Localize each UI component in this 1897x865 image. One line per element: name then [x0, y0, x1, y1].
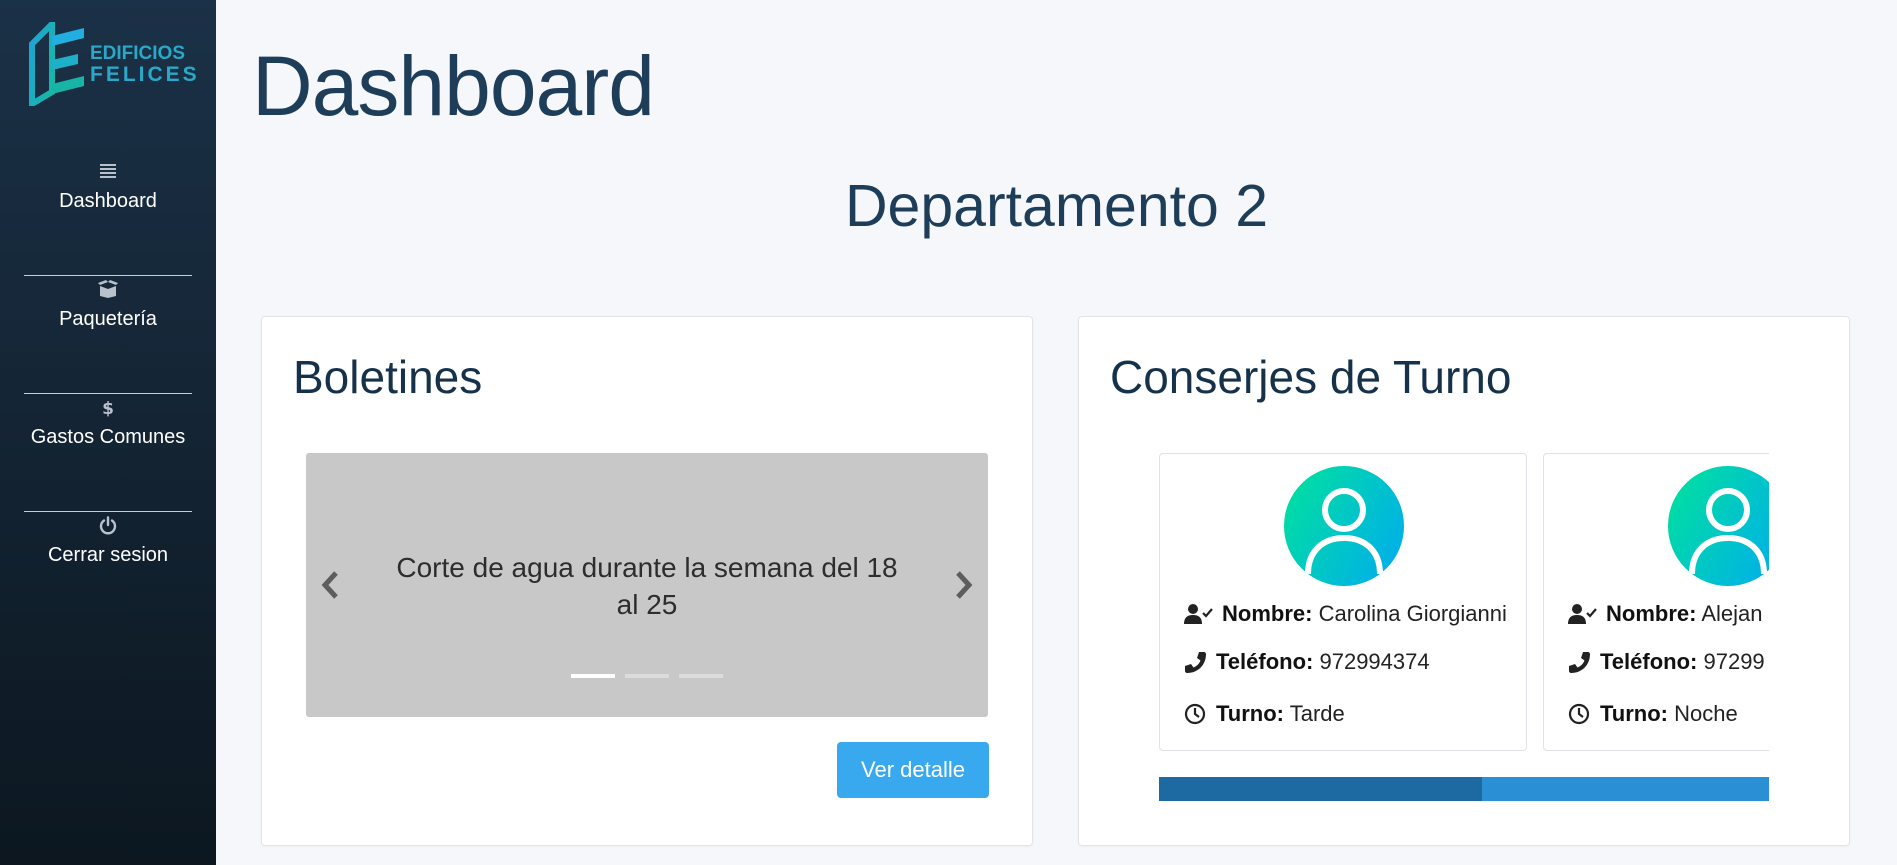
sidebar-item-paqueteria[interactable]: Paquetería	[24, 280, 192, 393]
conserje-card: Nombre: Alejan Teléfono: 97299 Turno: No…	[1543, 453, 1769, 751]
list-icon	[24, 162, 192, 184]
conserje-name: Alejan	[1701, 601, 1763, 626]
shift-label: Turno:	[1600, 701, 1669, 726]
carousel-slide-text: Corte de agua durante la semana del 18 a…	[396, 552, 898, 620]
conserjes-card: Conserjes de Turno Nombre: Carolina Gior…	[1078, 316, 1850, 846]
box-icon	[24, 280, 192, 302]
sidebar-item-cerrar-sesion[interactable]: Cerrar sesion	[24, 516, 192, 629]
ver-detalle-button[interactable]: Ver detalle	[837, 742, 989, 798]
logo-line-1: EDIFICIOS	[90, 43, 186, 64]
shift-label: Turno:	[1216, 701, 1285, 726]
conserje-name-row: Nombre: Carolina Giorgianni	[1184, 600, 1507, 628]
user-check-icon	[1568, 604, 1597, 624]
chevron-right-icon	[956, 571, 973, 599]
conserje-shift-row: Turno: Noche	[1568, 700, 1738, 728]
clock-icon	[1184, 703, 1206, 725]
page-title: Dashboard	[252, 39, 655, 133]
sidebar-item-label: Cerrar sesion	[47, 544, 169, 566]
sidebar-item-gastos-comunes[interactable]: $ Gastos Comunes	[24, 398, 192, 511]
sidebar-item-label: Dashboard	[59, 190, 157, 212]
name-label: Nombre:	[1606, 601, 1697, 626]
chevron-left-icon	[321, 571, 338, 599]
name-label: Nombre:	[1222, 601, 1313, 626]
clock-icon	[1568, 703, 1590, 725]
scrollbar-thumb[interactable]	[1159, 777, 1483, 801]
carousel-indicator[interactable]	[625, 674, 669, 678]
sidebar-divider	[24, 393, 192, 394]
phone-label: Teléfono:	[1216, 649, 1314, 674]
conserje-name-row: Nombre: Alejan	[1568, 600, 1763, 628]
logo-line-2: FELICES	[90, 63, 200, 86]
logo[interactable]: EDIFICIOS FELICES	[28, 22, 197, 106]
carousel-prev-button[interactable]	[316, 565, 346, 605]
sidebar-nav: Dashboard Paquetería $ Gastos Comunes Ce…	[24, 158, 192, 629]
conserje-card: Nombre: Carolina Giorgianni Teléfono: 97…	[1159, 453, 1527, 751]
carousel-indicators	[306, 674, 988, 678]
user-icon	[1689, 488, 1767, 575]
conserje-phone-row: Teléfono: 972994374	[1184, 648, 1430, 676]
sidebar-item-label: Gastos Comunes	[30, 426, 186, 448]
sidebar-item-label: Paquetería	[59, 308, 157, 330]
department-title: Departamento 2	[844, 173, 1269, 239]
svg-text:$: $	[102, 399, 114, 418]
avatar	[1284, 466, 1404, 586]
avatar	[1668, 466, 1769, 586]
phone-icon	[1569, 652, 1590, 673]
conserje-phone-row: Teléfono: 97299	[1568, 648, 1765, 676]
power-icon	[24, 516, 192, 538]
phone-icon	[1185, 652, 1206, 673]
carousel-indicator[interactable]	[679, 674, 723, 678]
conserjes-title: Conserjes de Turno	[1110, 351, 1512, 403]
conserje-shift: Noche	[1674, 701, 1738, 726]
carousel-indicator[interactable]	[571, 674, 615, 678]
boletines-title: Boletines	[293, 351, 483, 403]
logo-text: EDIFICIOS FELICES	[90, 44, 200, 85]
conserjes-scrollbar[interactable]	[1159, 777, 1769, 801]
boletines-carousel[interactable]: Corte de agua durante la semana del 18 a…	[306, 453, 988, 717]
sidebar: EDIFICIOS FELICES Dashboard Paquetería $…	[0, 0, 216, 865]
sidebar-divider	[24, 511, 192, 512]
conserje-shift-row: Turno: Tarde	[1184, 700, 1345, 728]
sidebar-item-dashboard[interactable]: Dashboard	[24, 162, 192, 275]
sidebar-divider	[24, 275, 192, 276]
phone-label: Teléfono:	[1600, 649, 1698, 674]
dollar-icon: $	[24, 398, 192, 420]
conserjes-carousel[interactable]: Nombre: Carolina Giorgianni Teléfono: 97…	[1159, 453, 1769, 753]
conserje-phone: 97299	[1703, 649, 1765, 674]
user-check-icon	[1184, 604, 1213, 624]
logo-icon	[29, 22, 84, 106]
conserje-shift: Tarde	[1289, 701, 1345, 726]
conserje-phone: 972994374	[1319, 649, 1430, 674]
conserje-name: Carolina Giorgianni	[1318, 601, 1507, 626]
carousel-next-button[interactable]	[948, 565, 978, 605]
user-icon	[1305, 488, 1383, 575]
boletines-card: Boletines Corte de agua durante la seman…	[261, 316, 1033, 846]
